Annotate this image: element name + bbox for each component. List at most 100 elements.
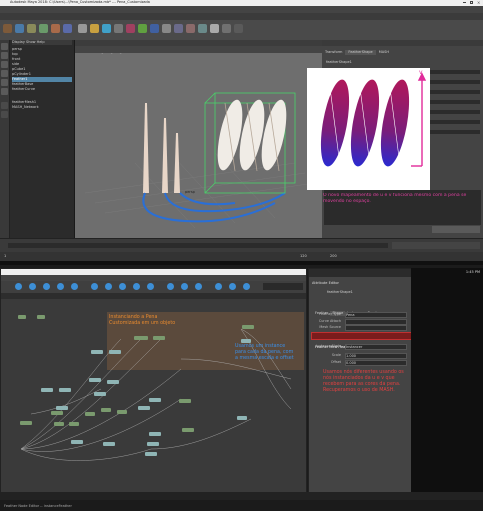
attr-buttons[interactable] <box>432 226 480 233</box>
attr-field[interactable] <box>430 80 480 84</box>
window-controls[interactable]: × <box>463 1 481 5</box>
range-end[interactable]: 200 <box>330 254 337 259</box>
attr-row-field[interactable]: 0.000 <box>345 360 407 366</box>
ne-tool-icon[interactable] <box>91 283 98 290</box>
range-slider[interactable]: 1 120 200 <box>0 252 483 261</box>
graph-node[interactable] <box>117 410 127 414</box>
graph-node[interactable] <box>138 406 150 410</box>
ne-tool-icon[interactable] <box>71 283 78 290</box>
outliner-item[interactable]: MASH_Network <box>12 105 72 110</box>
shelf-tool-icon[interactable] <box>186 24 195 33</box>
graph-node[interactable] <box>71 440 83 444</box>
range-start[interactable]: 1 <box>4 254 6 259</box>
shelf-tool-icon[interactable] <box>174 24 183 33</box>
ne-tool-icon[interactable] <box>133 283 140 290</box>
graph-node[interactable] <box>134 336 148 340</box>
attr-tab-active[interactable]: FeatherShape <box>345 50 376 55</box>
playback-controls[interactable] <box>392 242 480 249</box>
rotate-tool-icon[interactable] <box>1 79 8 86</box>
shelf-tool-icon[interactable] <box>90 24 99 33</box>
layout-icon[interactable] <box>1 102 8 109</box>
graph-node[interactable] <box>237 416 247 420</box>
ne-tool-icon[interactable] <box>119 283 126 290</box>
shelf-tool-icon[interactable] <box>51 24 60 33</box>
attr-field[interactable] <box>430 120 480 124</box>
graph-node[interactable] <box>20 421 32 425</box>
outliner-item[interactable]: featherCurve <box>12 87 72 92</box>
graph-node[interactable] <box>242 325 254 329</box>
graph-node[interactable] <box>153 336 165 340</box>
select-tool-icon[interactable] <box>1 43 8 50</box>
viewport-3d[interactable]: ViewShadingLightingShowRendererPanels pe… <box>75 40 322 238</box>
attr-field[interactable] <box>430 100 480 104</box>
minimize-icon[interactable] <box>463 2 466 3</box>
attr-row-field[interactable]: Pena <box>345 312 407 318</box>
shelf-tool-icon[interactable] <box>114 24 123 33</box>
paint-tool-icon[interactable] <box>1 61 8 68</box>
layout-icon[interactable] <box>1 111 8 118</box>
graph-node[interactable] <box>109 350 121 354</box>
graph-node[interactable] <box>101 408 111 412</box>
graph-node[interactable] <box>107 380 119 384</box>
timeline-end[interactable]: 120 <box>300 254 307 259</box>
scale-tool-icon[interactable] <box>1 88 8 95</box>
shelf-tool-icon[interactable] <box>150 24 159 33</box>
graph-node[interactable] <box>91 350 103 354</box>
shelf-tool-icon[interactable] <box>39 24 48 33</box>
graph-node[interactable] <box>69 422 79 426</box>
attr-field[interactable] <box>430 110 480 114</box>
attr-field[interactable] <box>430 70 480 74</box>
graph-node[interactable] <box>18 315 26 319</box>
shelf-tool-icon[interactable] <box>162 24 171 33</box>
attr-row-field[interactable]: Instancer <box>345 344 407 350</box>
shelf-tool-icon[interactable] <box>15 24 24 33</box>
ne-tool-icon[interactable] <box>105 283 112 290</box>
graph-node[interactable] <box>147 442 159 446</box>
time-slider[interactable] <box>8 243 388 248</box>
attr-tab[interactable]: Transform <box>322 50 345 55</box>
ne-tool-icon[interactable] <box>43 283 50 290</box>
shelf-tool-icon[interactable] <box>27 24 36 33</box>
graph-node[interactable] <box>94 392 106 396</box>
ne-tool-icon[interactable] <box>229 283 236 290</box>
graph-node[interactable] <box>85 412 95 416</box>
graph-node[interactable] <box>54 422 64 426</box>
graph-node[interactable] <box>59 388 71 392</box>
ne-tool-icon[interactable] <box>243 283 250 290</box>
graph-node[interactable] <box>149 432 161 436</box>
lasso-tool-icon[interactable] <box>1 52 8 59</box>
ne-tool-icon[interactable] <box>29 283 36 290</box>
ne-tool-icon[interactable] <box>167 283 174 290</box>
shelf-tool-icon[interactable] <box>3 24 12 33</box>
shelf-tool-icon[interactable] <box>102 24 111 33</box>
ne-tool-icon[interactable] <box>181 283 188 290</box>
graph-node[interactable] <box>182 428 194 432</box>
maximize-icon[interactable] <box>470 1 473 4</box>
attr-field[interactable] <box>430 90 480 94</box>
node-graph[interactable]: Instanciando a Pena Customizada em um ob… <box>1 299 306 493</box>
ne-tool-icon[interactable] <box>15 283 22 290</box>
move-tool-icon[interactable] <box>1 70 8 77</box>
graph-node[interactable] <box>56 406 68 410</box>
ne-tool-icon[interactable] <box>147 283 154 290</box>
graph-node[interactable] <box>179 399 191 403</box>
shelf-tool-icon[interactable] <box>78 24 87 33</box>
shelf-tool-icon[interactable] <box>234 24 243 33</box>
shelf-tool-icon[interactable] <box>138 24 147 33</box>
graph-node[interactable] <box>241 339 251 343</box>
shelf-tool-icon[interactable] <box>63 24 72 33</box>
attr-row-field[interactable] <box>345 325 407 331</box>
ne-tool-icon[interactable] <box>57 283 64 290</box>
graph-node[interactable] <box>41 388 53 392</box>
graph-node[interactable] <box>103 442 115 446</box>
graph-node[interactable] <box>149 398 161 402</box>
highlighted-attribute[interactable]: Feather Mesh featherMesh1 <box>311 332 412 349</box>
close-icon[interactable]: × <box>477 1 480 5</box>
shelf-tool-icon[interactable] <box>126 24 135 33</box>
ne-tool-icon[interactable] <box>215 283 222 290</box>
graph-node[interactable] <box>37 315 45 319</box>
attr-row-field[interactable]: 1.000 <box>345 353 407 359</box>
graph-node[interactable] <box>89 378 101 382</box>
graph-node[interactable] <box>51 411 63 415</box>
attr-field[interactable] <box>430 130 480 134</box>
